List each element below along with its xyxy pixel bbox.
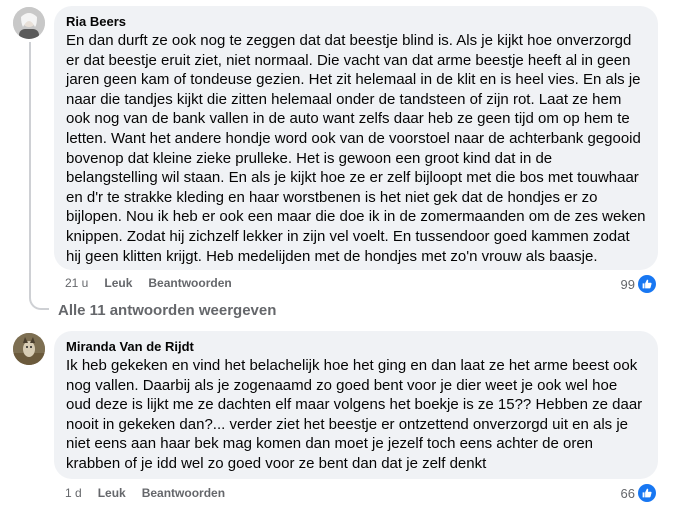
comment-author[interactable]: Ria Beers [66,14,646,30]
comment-timestamp[interactable]: 21 u [65,276,88,290]
like-button[interactable]: Leuk [104,276,132,290]
like-thumb-icon [638,275,656,293]
reply-button[interactable]: Beantwoorden [142,486,225,500]
reaction-summary[interactable]: 66 [621,484,656,502]
comment-author[interactable]: Miranda Van de Rijdt [66,339,646,355]
reaction-count: 66 [620,485,635,501]
reaction-summary[interactable]: 99 [621,275,656,293]
reply-button[interactable]: Beantwoorden [148,276,231,290]
comment-timestamp[interactable]: 1 d [65,486,82,500]
avatar[interactable] [13,333,45,365]
reaction-count: 99 [620,276,635,292]
view-replies-link[interactable]: Alle 11 antwoorden weergeven [58,302,276,319]
avatar[interactable] [13,7,45,39]
like-button[interactable]: Leuk [98,486,126,500]
comment-bubble: Ria Beers En dan durft ze ook nog te zeg… [54,6,658,270]
like-thumb-icon [638,484,656,502]
comment-bubble: Miranda Van de Rijdt Ik heb gekeken en v… [54,331,658,479]
thread-line [29,42,31,296]
comment-actions: 1 d Leuk Beantwoorden [65,486,225,500]
comment-text: Ik heb gekeken en vind het belachelijk h… [66,357,643,472]
comment-text: En dan durft ze ook nog te zeggen dat da… [66,32,646,265]
comment-actions: 21 u Leuk Beantwoorden [65,276,232,290]
thread-connector [29,292,49,310]
